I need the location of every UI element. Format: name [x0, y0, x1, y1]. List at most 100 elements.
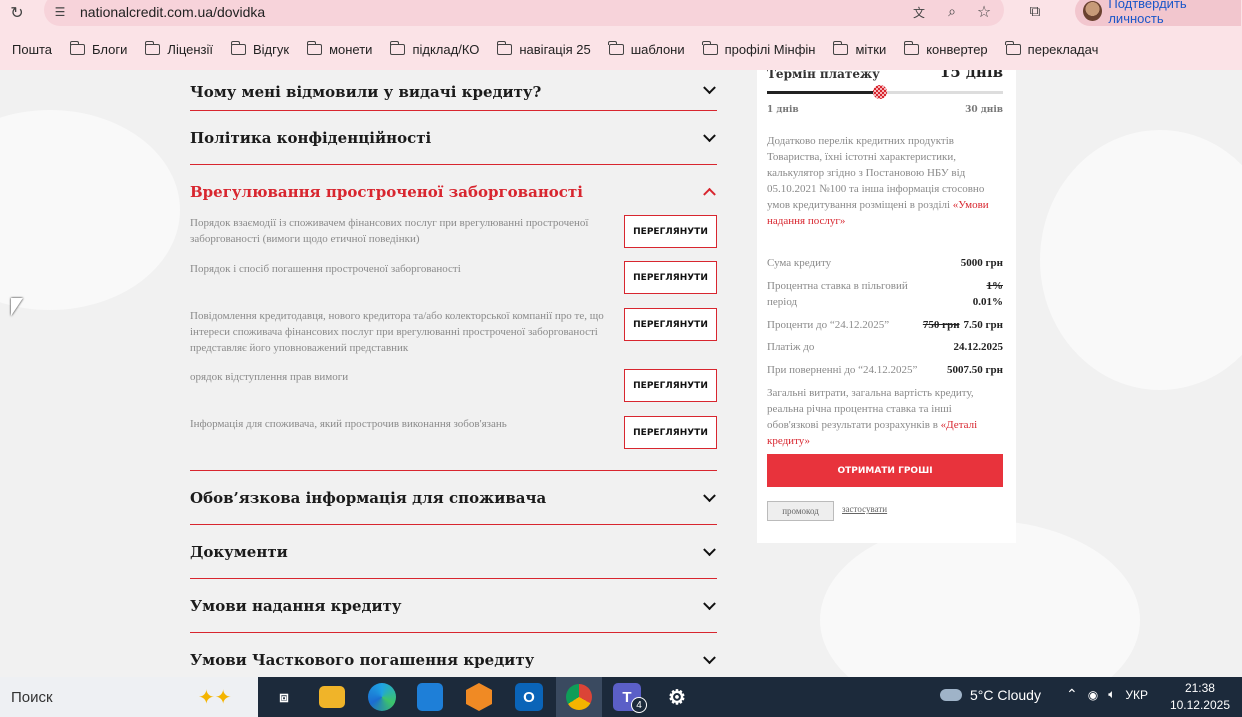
accordion-title: Врегулювання простроченої заборгованості [190, 183, 583, 201]
interest-values: 750 грн 7.50 грн [923, 317, 1003, 333]
settings-gear-icon[interactable]: ⚙ [663, 683, 691, 711]
slider-fill [767, 91, 881, 94]
edge-icon[interactable] [368, 683, 396, 711]
browser-chrome: ↻ ☰ nationalcredit.com.ua/dovidka 文 ⌕ ☆ … [0, 0, 1242, 70]
costs-info-text: Загальні витрати, загальна вартість кред… [767, 385, 1003, 449]
accordion-item[interactable]: Документи [190, 525, 717, 579]
sublime-icon[interactable] [466, 683, 492, 711]
reload-icon[interactable]: ↻ [8, 3, 26, 22]
taskbar-search[interactable]: Поиск ✦✦ [0, 677, 258, 717]
return-value: 5007.50 грн [947, 364, 1003, 376]
interest-new: 7.50 грн [963, 319, 1003, 331]
extensions-icon[interactable]: ⧉ [1025, 2, 1045, 20]
zoom-icon[interactable]: ⌕ [943, 3, 961, 21]
date: 10.12.2025 [1169, 698, 1230, 712]
store-icon[interactable] [417, 683, 443, 711]
accordion-item-expanded[interactable]: Врегулювання простроченої заборгованості… [190, 165, 717, 471]
system-tray: ⌃ ◉ 🔈︎ УКР [1066, 686, 1148, 703]
bookmark-item[interactable]: шаблони [608, 40, 685, 57]
amount-row: Сума кредиту 5000 грн [767, 255, 1003, 271]
slider-max-label: 30 днів [965, 105, 1003, 115]
document-title: Порядок і спосіб погашення простроченої … [190, 263, 461, 275]
bookmark-item[interactable]: Пошта [12, 42, 52, 57]
bookmark-item[interactable]: профілі Мінфін [702, 40, 815, 57]
network-icon[interactable]: ◉ [1088, 688, 1098, 702]
rate-row: Процентна ставка в пільговий період 1% 0.… [767, 278, 1003, 310]
bookmark-label: Відгук [253, 41, 290, 57]
page-content: Чому мені відмовили у видачі кредиту? По… [0, 70, 1242, 677]
accordion-title: Обов’язкова інформація для споживача [190, 488, 547, 507]
interest-label: Проценти до “24.12.2025” [767, 319, 890, 331]
bookmark-item[interactable]: Блоги [69, 40, 128, 57]
bookmark-item[interactable]: підклад/КО [389, 40, 479, 57]
accordion-item[interactable]: Чому мені відмовили у видачі кредиту? [190, 70, 717, 111]
document-title: орядок відступлення прав вимоги [190, 371, 349, 383]
document-title: Інформація для споживача, який прострочи… [190, 418, 507, 430]
chevron-down-icon [703, 128, 716, 142]
get-money-button[interactable]: ОТРИМАТИ ГРОШІ [767, 454, 1003, 487]
bookmark-item[interactable]: Відгук [230, 40, 290, 57]
view-button[interactable]: ПЕРЕГЛЯНУТИ [624, 416, 717, 449]
address-row: ↻ ☰ nationalcredit.com.ua/dovidka 文 ⌕ ☆ … [0, 0, 1242, 26]
bookmark-item[interactable]: Ліцензії [144, 40, 213, 57]
background-ornament [1040, 130, 1242, 390]
bookmark-label: Пошта [12, 41, 53, 57]
view-button[interactable]: ПЕРЕГЛЯНУТИ [624, 369, 717, 402]
view-button[interactable]: ПЕРЕГЛЯНУТИ [624, 215, 717, 248]
bookmark-item[interactable]: мітки [832, 40, 886, 57]
chrome-active-tab[interactable] [556, 677, 602, 717]
accordion-item[interactable]: Умови Часткового погашення кредиту [190, 633, 717, 677]
translate-icon[interactable]: 文 [910, 3, 928, 21]
language-indicator[interactable]: УКР [1125, 688, 1148, 702]
bookmark-label: перекладач [1027, 41, 1099, 57]
payment-label: Платіж до [767, 341, 815, 353]
bookmark-item[interactable]: конвертер [903, 40, 988, 57]
weather-text: 5°C Cloudy [970, 687, 1041, 703]
folder-icon [389, 40, 406, 55]
payment-value: 24.12.2025 [953, 341, 1004, 353]
bookmark-label: шаблони [630, 41, 685, 57]
folder-icon [1005, 40, 1021, 55]
accordion-title: Документи [190, 542, 288, 561]
folder-icon [832, 40, 849, 55]
apply-promo-link[interactable]: застосувати [842, 504, 887, 514]
chevron-down-icon [703, 81, 716, 95]
bookmark-item[interactable]: навігація 25 [496, 40, 591, 57]
accordion-item[interactable]: Умови надання кредиту [190, 579, 717, 633]
chevron-down-icon [703, 651, 716, 665]
term-value: 15 днів [939, 70, 1003, 81]
profile-chip[interactable]: Подтвердить личность [1075, 0, 1241, 26]
folder-icon [306, 40, 323, 55]
promo-code-input[interactable]: промокод [767, 501, 834, 521]
bookmark-item[interactable]: монети [306, 40, 373, 57]
bookmark-item[interactable]: перекладач [1005, 40, 1099, 57]
return-label: При поверненні до “24.12.2025” [767, 364, 918, 376]
file-explorer-icon[interactable] [319, 686, 345, 708]
bookmark-label: Блоги [92, 41, 128, 57]
volume-icon[interactable]: 🔈︎ [1108, 687, 1115, 702]
accordion-title: Умови Часткового погашення кредиту [190, 651, 535, 669]
chevron-down-icon [703, 488, 716, 502]
folder-icon [903, 40, 920, 55]
outlook-icon[interactable]: O [515, 683, 543, 711]
view-button[interactable]: ПЕРЕГЛЯНУТИ [624, 308, 717, 341]
folder-icon [144, 40, 161, 55]
view-button[interactable]: ПЕРЕГЛЯНУТИ [624, 261, 717, 294]
faq-accordion: Чому мені відмовили у видачі кредиту? По… [190, 70, 717, 677]
rate-new: 0.01% [972, 296, 1003, 308]
clock[interactable]: 21:38 10.12.2025 [1170, 680, 1230, 714]
weather-widget[interactable]: 5°C Cloudy [940, 687, 1041, 703]
accordion-item[interactable]: Обов’язкова інформація для споживача [190, 471, 717, 525]
slider-handle[interactable] [873, 85, 888, 99]
site-info-icon[interactable]: ☰ [52, 4, 68, 20]
task-view-icon[interactable]: ⧈ [270, 683, 298, 711]
url-text[interactable]: nationalcredit.com.ua/dovidka [80, 4, 265, 20]
folder-icon [702, 40, 718, 55]
term-slider[interactable] [767, 85, 1003, 99]
background-ornament [820, 520, 1140, 677]
bookmark-star-icon[interactable]: ☆ [975, 2, 993, 21]
chevron-up-icon[interactable]: ⌃ [1066, 686, 1078, 703]
bookmark-label: монети [329, 41, 373, 57]
interest-row: Проценти до “24.12.2025” 750 грн 7.50 грн [767, 317, 1003, 333]
accordion-item[interactable]: Політика конфіденційності [190, 111, 717, 165]
